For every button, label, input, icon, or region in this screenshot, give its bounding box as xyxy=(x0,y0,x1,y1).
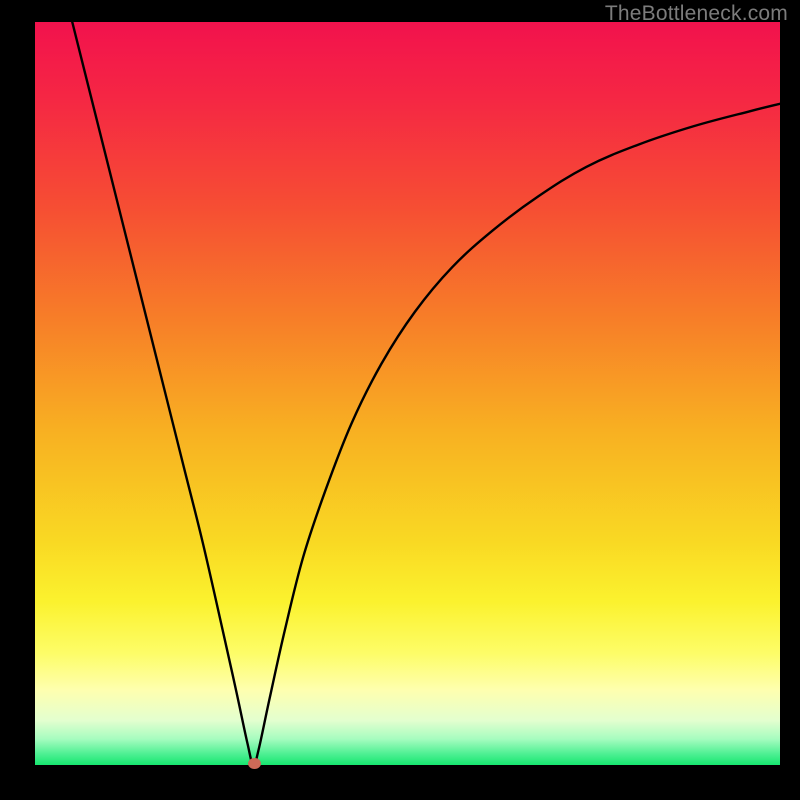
chart-frame: TheBottleneck.com xyxy=(0,0,800,800)
plot-svg xyxy=(35,22,780,765)
watermark-text: TheBottleneck.com xyxy=(605,2,788,26)
plot-area xyxy=(35,22,780,765)
optimal-point-marker xyxy=(248,758,261,769)
